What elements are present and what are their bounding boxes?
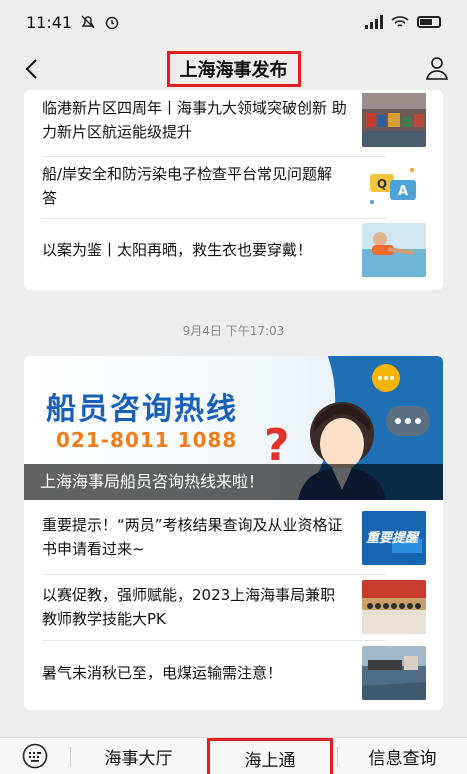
tab-maritime-hall[interactable]: 海事大厅 (71, 738, 206, 774)
back-arrow-icon[interactable] (18, 54, 46, 84)
article-card-2: ? 船员咨询热线 021-8011 1088 上海海事局船员咨询热线来啦！ 重要… (24, 356, 443, 710)
thumbnail-text: 重要提醒 (366, 531, 419, 546)
status-time: 11:41 (26, 12, 73, 32)
article-thumbnail: QA (362, 160, 426, 214)
battery-icon (417, 16, 441, 28)
page-title: 上海海事发布 (166, 51, 301, 87)
svg-text:A: A (398, 184, 408, 199)
divider (42, 156, 387, 157)
list-item[interactable]: 临港新片区四周年丨海事九大领域突破创新 助力新片区航运能级提升 (42, 90, 426, 150)
article-title: 暑气未消秋已至，电煤运输需注意！ (42, 664, 283, 682)
banner-headline: 船员咨询热线 (46, 392, 238, 427)
tab-info-query[interactable]: 信息查询 (338, 738, 467, 774)
list-item[interactable]: 以案为鉴丨太阳再晒，救生衣也要穿戴！ (42, 220, 426, 280)
article-thumbnail (362, 93, 426, 147)
status-bar: 11:41 (0, 0, 467, 44)
article-card-1: 临港新片区四周年丨海事九大领域突破创新 助力新片区航运能级提升 船/岸安全和防污… (24, 90, 443, 290)
message-timestamp: 9月4日 下午17:03 (182, 324, 285, 338)
article-thumbnail (362, 646, 426, 700)
bottom-menu-bar: 海事大厅 海上通 信息查询 (0, 737, 467, 774)
divider (42, 218, 387, 219)
article-thumbnail: 重要提醒 (362, 511, 426, 565)
list-item[interactable]: 船/岸安全和防污染电子检查平台常见问题解答 QA (42, 158, 426, 214)
keyboard-icon (22, 743, 48, 769)
keyboard-toggle-button[interactable] (0, 738, 70, 774)
wifi-icon (391, 16, 409, 27)
article-title: 船/岸安全和防污染电子检查平台常见问题解答 (42, 165, 333, 207)
list-item[interactable]: 以赛促教，强师赋能，2023上海海事局兼职教师教学技能大PK (42, 578, 426, 636)
divider (42, 574, 387, 575)
article-title: 以赛促教，强师赋能，2023上海海事局兼职教师教学技能大PK (42, 586, 336, 628)
banner-image[interactable]: ? 船员咨询热线 021-8011 1088 上海海事局船员咨询热线来啦！ (24, 356, 443, 500)
alarm-icon (105, 16, 119, 30)
divider (42, 640, 387, 641)
article-title: 重要提示！“两员”考核结果查询及从业资格证书申请看过来~ (42, 516, 343, 558)
article-title: 以案为鉴丨太阳再晒，救生衣也要穿戴！ (42, 241, 313, 259)
article-thumbnail (362, 580, 426, 634)
nav-bar: 上海海事发布 (0, 44, 467, 94)
notification-muted-icon (81, 15, 95, 29)
list-item[interactable]: 暑气未消秋已至，电煤运输需注意！ (42, 644, 426, 702)
svg-text:Q: Q (377, 177, 387, 191)
signal-icon (365, 15, 383, 29)
article-title: 临港新片区四周年丨海事九大领域突破创新 助力新片区航运能级提升 (42, 99, 347, 141)
list-item[interactable]: 重要提示！“两员”考核结果查询及从业资格证书申请看过来~ 重要提醒 (42, 506, 426, 568)
banner-phone: 021-8011 1088 (56, 428, 238, 452)
article-thumbnail (362, 223, 426, 277)
profile-icon[interactable] (423, 54, 451, 82)
tab-haishangtong[interactable]: 海上通 (207, 738, 333, 774)
banner-caption: 上海海事局船员咨询热线来啦！ (24, 464, 443, 500)
